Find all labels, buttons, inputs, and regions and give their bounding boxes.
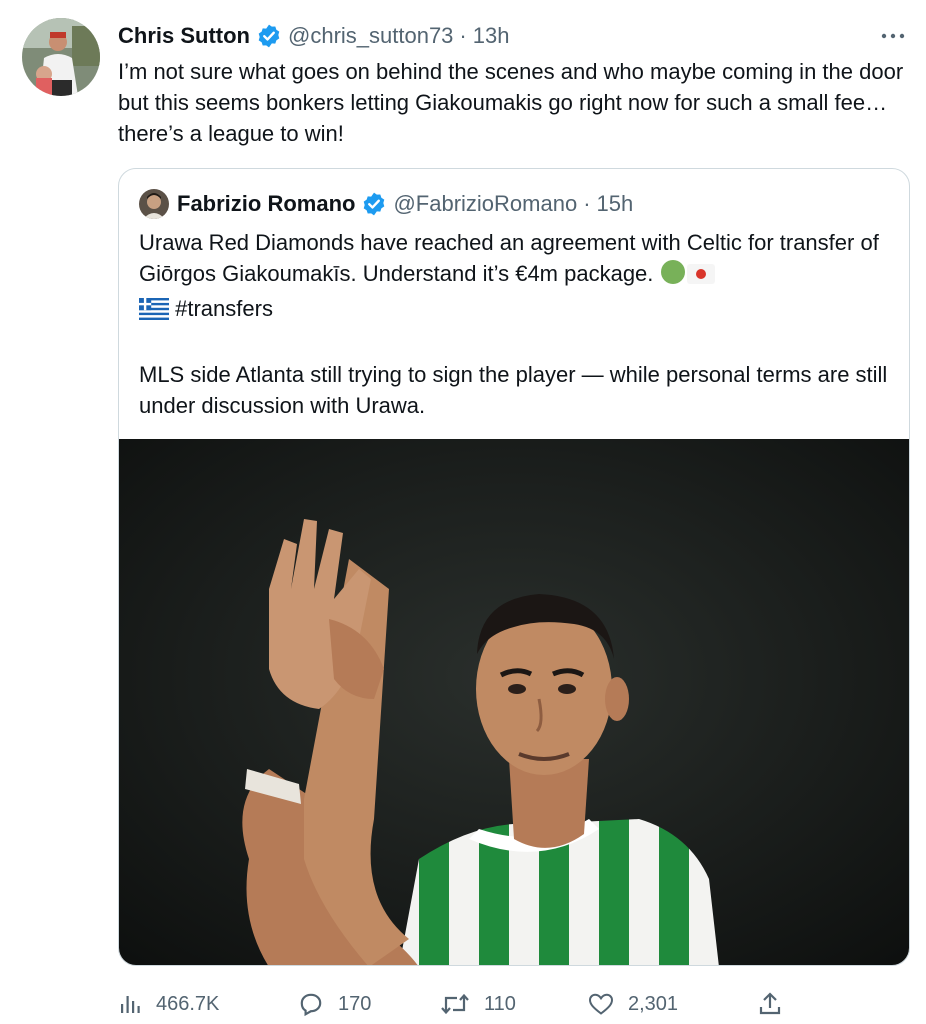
like-button[interactable]: 2,301 [588, 984, 678, 1024]
japan-flag-icon [686, 262, 716, 293]
like-icon [588, 993, 614, 1015]
views-button[interactable]: 466.7K [118, 984, 219, 1024]
verified-badge-icon [361, 191, 387, 217]
quoted-author-handle[interactable]: @FabrizioRomano [393, 191, 577, 217]
quoted-line1: Urawa Red Diamonds have reached an agree… [139, 230, 879, 286]
reply-icon [300, 993, 322, 1017]
tweet-text: I’m not sure what goes on behind the sce… [118, 59, 904, 146]
quoted-time[interactable]: 15h [597, 191, 634, 217]
retweet-count: 110 [484, 992, 516, 1015]
author-name[interactable]: Chris Sutton [118, 23, 250, 49]
reply-count: 170 [338, 992, 372, 1015]
greece-flag-icon [139, 297, 169, 328]
separator-dot: · [583, 191, 591, 216]
action-bar: 466.7K 170 110 2,301 [118, 984, 908, 1024]
quoted-text: Urawa Red Diamonds have reached an agree… [139, 227, 889, 421]
tweet-header: Chris Sutton @chris_sutton73 · 13h [118, 20, 509, 52]
quoted-tweet[interactable]: Fabrizio Romano @FabrizioRomano · 15h Ur… [118, 168, 910, 966]
quoted-author-name[interactable]: Fabrizio Romano [177, 191, 355, 217]
tweet: Chris Sutton @chris_sutton73 · 13h I’m n… [0, 0, 926, 1024]
views-icon [121, 996, 140, 1013]
green-circle-icon [660, 259, 686, 293]
retweet-icon [441, 993, 469, 1015]
views-count: 466.7K [156, 992, 220, 1015]
quoted-header: Fabrizio Romano @FabrizioRomano · 15h [139, 189, 633, 219]
tweet-time[interactable]: 13h [473, 23, 510, 49]
hashtag-transfers[interactable]: #transfers [175, 296, 273, 321]
quoted-paragraph-2: MLS side Atlanta still trying to sign th… [139, 362, 888, 418]
player-photo[interactable] [119, 439, 909, 965]
share-icon [759, 992, 781, 1015]
retweet-button[interactable]: 110 [440, 984, 516, 1024]
share-button[interactable] [758, 984, 796, 1024]
like-count: 2,301 [628, 992, 679, 1015]
quoted-avatar [139, 189, 169, 219]
quoted-paragraph-1: Urawa Red Diamonds have reached an agree… [139, 227, 889, 328]
author-handle[interactable]: @chris_sutton73 [288, 23, 453, 49]
more-icon[interactable] [878, 24, 908, 48]
verified-badge-icon [256, 23, 282, 49]
separator-dot: · [459, 23, 467, 48]
author-avatar[interactable] [22, 18, 100, 96]
reply-button[interactable]: 170 [298, 984, 371, 1024]
